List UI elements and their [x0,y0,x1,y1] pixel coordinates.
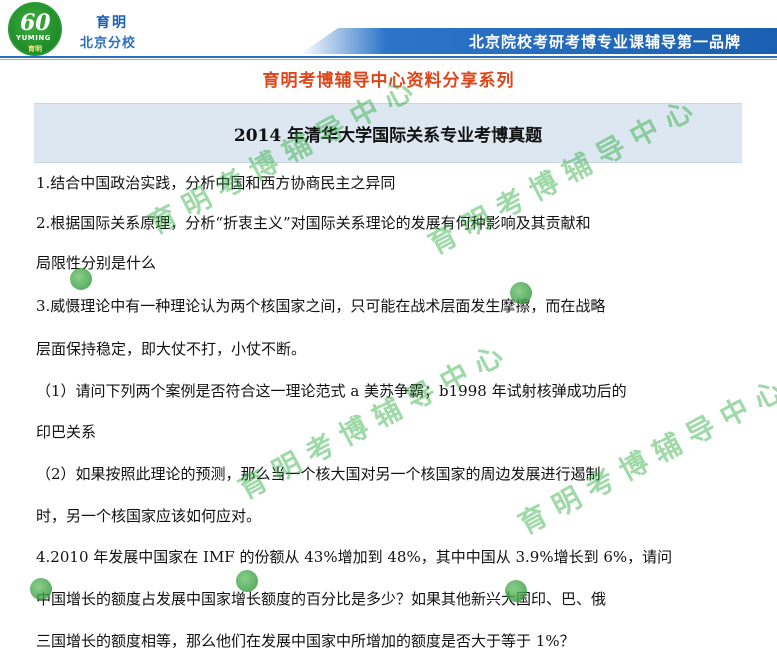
watermark-badge-icon [505,580,527,602]
question-line: 时，另一个核国家应该如何应对。 [36,507,262,525]
doc-title: 2014 年清华大学国际关系专业考博真题 [233,125,543,146]
question-line: 4.2010 年发展中国家在 IMF 的份额从 43%增加到 48%，其中中国从… [36,548,673,566]
watermark-badge-icon [510,282,532,304]
doc-title-box: 2014 年清华大学国际关系专业考博真题 [34,103,742,163]
yuming-logo: 60 YUMING 育明 [8,2,62,56]
header-rule-thin [0,59,777,60]
question-line: 中国增长的额度占发展中国家增长额度的百分比是多少？如果其他新兴大国印、巴、俄 [36,590,607,608]
logo-chinese: 育明 [28,45,42,53]
brand-name: 育明 [96,15,128,31]
question-line: 3.威慑理论中有一种理论认为两个核国家之间，只可能在战术层面发生摩擦，而在战略 [36,297,606,315]
question-line: 局限性分别是什么 [36,254,157,272]
watermark-badge-icon [236,570,258,592]
header-rule [0,56,777,58]
question-line: （1）请问下列两个案例是否符合这一理论范式 a 美苏争霸；b1998 年试射核弹… [36,382,627,400]
question-line: 层面保持稳定，即大仗不打，小仗不断。 [36,340,307,358]
question-line: （2）如果按照此理论的预测，那么当一个核大国对另一个核国家的周边发展进行遏制 [36,465,601,483]
logo-english: YUMING [16,34,51,42]
watermark-badge-icon [70,268,92,290]
logo-number: 60 [20,10,51,36]
header-slogan: 北京院校考研考博专业课辅导第一品牌 [468,33,741,51]
question-line: 1.结合中国政治实践，分析中国和西方协商民主之异同 [36,174,396,192]
series-title: 育明考博辅导中心资料分享系列 [262,71,515,91]
brand-branch: 北京分校 [80,36,137,51]
watermark-badge-icon [30,578,52,600]
page-header: 60 YUMING 育明 育明 北京分校 北京院校考研考博专业课辅导第一品牌 [0,0,777,60]
question-line: 2.根据国际关系原理，分析“折衷主义”对国际关系理论的发展有何种影响及其贡献和 [36,214,591,232]
question-line: 三国增长的额度相等，那么他们在发展中国家中所增加的额度是否大于等于 1%？ [36,632,575,650]
question-line: 印巴关系 [36,423,97,441]
